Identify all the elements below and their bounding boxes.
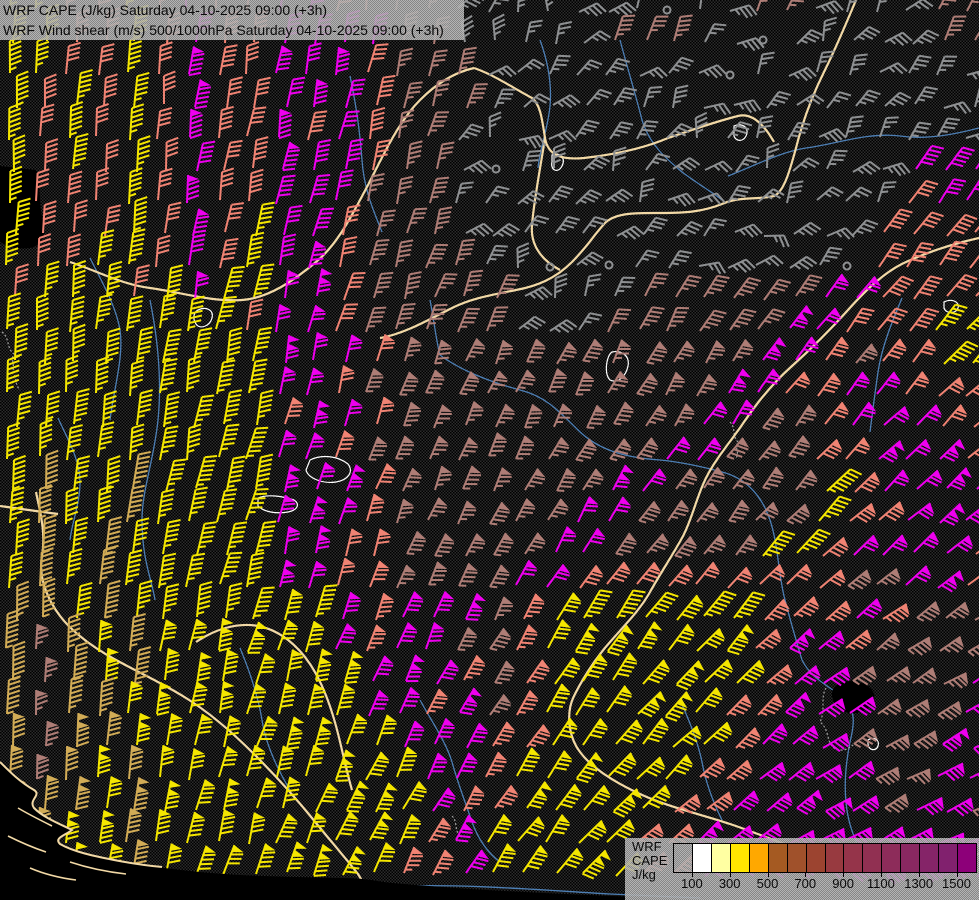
legend-title-line3: J/kg bbox=[632, 868, 667, 882]
weather-map-page: WRF CAPE (J/kg) Saturday 04-10-2025 09:0… bbox=[0, 0, 979, 900]
legend-cell bbox=[769, 844, 788, 872]
legend-cell bbox=[693, 844, 712, 872]
legend-cell bbox=[882, 844, 901, 872]
legend-cell bbox=[901, 844, 920, 872]
legend-cell bbox=[939, 844, 958, 872]
title-panel: WRF CAPE (J/kg) Saturday 04-10-2025 09:0… bbox=[0, 0, 464, 40]
legend-cell bbox=[712, 844, 731, 872]
legend-cell bbox=[674, 844, 693, 872]
legend-cell bbox=[958, 844, 976, 872]
legend-title-line2: CAPE bbox=[632, 854, 667, 868]
legend-cell bbox=[807, 844, 826, 872]
legend-title: WRF CAPE J/kg bbox=[632, 840, 667, 882]
legend-cell bbox=[788, 844, 807, 872]
cape-legend: WRF CAPE J/kg 10030050070090011001300150… bbox=[625, 838, 979, 900]
legend-colorbar bbox=[673, 843, 977, 873]
legend-title-line1: WRF bbox=[632, 840, 667, 854]
legend-cell bbox=[844, 844, 863, 872]
title-line-cape: WRF CAPE (J/kg) Saturday 04-10-2025 09:0… bbox=[0, 0, 464, 20]
legend-cell bbox=[826, 844, 845, 872]
legend-cell bbox=[731, 844, 750, 872]
legend-tick-label: 1500 bbox=[935, 876, 979, 891]
title-line-shear: WRF Wind shear (m/s) 500/1000hPa Saturda… bbox=[0, 20, 464, 40]
legend-cell bbox=[863, 844, 882, 872]
map-canvas bbox=[0, 0, 979, 900]
legend-cell bbox=[920, 844, 939, 872]
legend-cell bbox=[750, 844, 769, 872]
